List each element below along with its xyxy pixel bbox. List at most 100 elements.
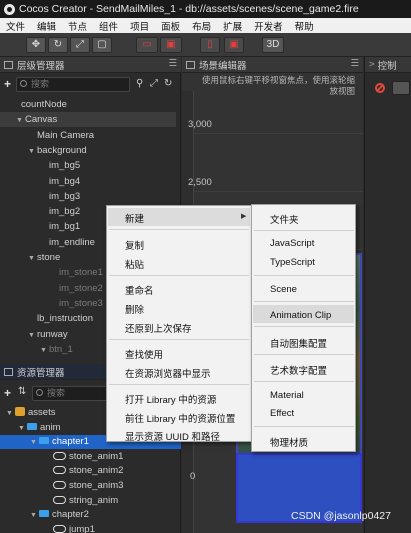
scene-hint: 使用鼠标右键平移视窗焦点，使用滚轮缩 放视图 bbox=[201, 75, 355, 96]
panel-menu-icon[interactable]: ☰ bbox=[168, 58, 177, 69]
hierarchy-node-label: btn_1 bbox=[49, 343, 73, 355]
add-asset-icon[interactable]: + bbox=[4, 386, 11, 400]
console-filter-button[interactable] bbox=[392, 81, 410, 95]
hierarchy-node[interactable]: im_bg5 bbox=[40, 158, 80, 173]
ctx-find-usage[interactable]: 查找使用 bbox=[125, 347, 163, 361]
menu-extension[interactable]: 扩展 bbox=[217, 19, 248, 33]
preview-browser-icon[interactable]: ▣ bbox=[224, 37, 244, 53]
sub-auto-atlas[interactable]: 自动图集配置 bbox=[270, 336, 327, 350]
hierarchy-node[interactable]: im_stone3 bbox=[50, 296, 103, 311]
asset-label: stone_anim3 bbox=[69, 480, 124, 491]
hierarchy-node[interactable]: im_bg2 bbox=[40, 204, 80, 219]
expand-arrow-icon[interactable]: ▼ bbox=[30, 436, 39, 450]
menu-file[interactable]: 文件 bbox=[0, 19, 31, 33]
expand-arrow-icon[interactable]: ▼ bbox=[28, 328, 37, 343]
hierarchy-node[interactable]: lb_instruction bbox=[28, 311, 93, 326]
asset-item[interactable]: stone_anim1 bbox=[44, 450, 123, 464]
asset-item[interactable]: ▼ anim bbox=[18, 421, 61, 435]
asset-item[interactable]: ▼ assets bbox=[6, 406, 55, 420]
ctx-paste[interactable]: 粘贴 bbox=[125, 257, 144, 271]
animation-clip-icon bbox=[53, 466, 66, 475]
hierarchy-node[interactable]: ▼ btn_1 bbox=[40, 342, 73, 357]
rect-tool-icon[interactable]: ▢ bbox=[92, 37, 112, 53]
hierarchy-node-label: countNode bbox=[21, 99, 67, 110]
refresh-icon[interactable]: ↻ bbox=[164, 78, 172, 89]
sub-typescript[interactable]: TypeScript bbox=[270, 257, 315, 268]
sub-animation-clip[interactable]: Animation Clip bbox=[270, 310, 331, 321]
menu-developer[interactable]: 开发者 bbox=[248, 19, 289, 33]
ctx-new[interactable]: 新建 bbox=[125, 211, 144, 225]
preview-device-icon[interactable]: ▯ bbox=[200, 37, 220, 53]
asset-item[interactable]: stone_anim2 bbox=[44, 464, 123, 478]
ctx-copy[interactable]: 复制 bbox=[125, 238, 144, 252]
animation-clip-icon bbox=[53, 495, 66, 504]
asset-item[interactable]: ▼ chapter2 bbox=[30, 508, 89, 522]
ctx-open-library[interactable]: 打开 Library 中的资源 bbox=[125, 392, 216, 406]
sub-label-atlas[interactable]: 艺术数字配置 bbox=[270, 363, 327, 377]
hierarchy-node[interactable]: im_stone1 bbox=[50, 265, 103, 280]
menu-node[interactable]: 节点 bbox=[62, 19, 93, 33]
toggle-3d-button[interactable]: 3D bbox=[262, 37, 284, 53]
hierarchy-search-input[interactable]: 搜索 bbox=[16, 77, 130, 92]
menu-help[interactable]: 帮助 bbox=[289, 19, 320, 33]
animation-clip-icon bbox=[53, 481, 66, 489]
sub-material[interactable]: Material bbox=[270, 390, 304, 401]
hierarchy-node[interactable]: countNode bbox=[12, 97, 67, 112]
sub-scene[interactable]: Scene bbox=[270, 284, 297, 295]
ctx-rename[interactable]: 重命名 bbox=[125, 283, 154, 297]
ctx-revert[interactable]: 还原到上次保存 bbox=[125, 321, 192, 335]
expand-arrow-icon[interactable]: ▼ bbox=[30, 509, 39, 523]
hierarchy-node[interactable]: ▼ stone bbox=[28, 250, 60, 265]
hierarchy-node-label: lb_instruction bbox=[37, 313, 93, 325]
asset-item[interactable]: string_anim bbox=[44, 494, 118, 508]
menu-panel[interactable]: 面板 bbox=[155, 19, 186, 33]
search-icon[interactable]: ⚲ bbox=[136, 78, 143, 89]
expand-arrow-icon[interactable]: ▼ bbox=[28, 144, 37, 159]
global-toggle-icon[interactable]: ▣ bbox=[160, 37, 182, 53]
pivot-toggle-icon[interactable]: ▭ bbox=[136, 37, 158, 53]
hierarchy-node[interactable]: Main Camera bbox=[28, 128, 94, 143]
ctx-goto-library[interactable]: 前往 Library 中的资源位置 bbox=[125, 411, 235, 425]
sub-folder[interactable]: 文件夹 bbox=[270, 212, 299, 226]
hierarchy-node[interactable]: im_endline bbox=[40, 235, 95, 250]
menu-component[interactable]: 组件 bbox=[93, 19, 124, 33]
menu-project[interactable]: 项目 bbox=[124, 19, 155, 33]
scale-tool-icon[interactable]: ⤢ bbox=[70, 37, 90, 53]
new-submenu: 文件夹 JavaScript TypeScript Scene Animatio… bbox=[251, 204, 356, 452]
hierarchy-node-label: im_stone3 bbox=[59, 297, 103, 309]
hierarchy-node[interactable]: im_stone2 bbox=[50, 281, 103, 296]
ctx-show-in-explorer[interactable]: 在资源浏览器中显示 bbox=[125, 366, 211, 380]
asset-item[interactable]: stone_anim3 bbox=[44, 479, 123, 493]
expand-icon[interactable]: ⤢ bbox=[150, 78, 158, 89]
search-icon bbox=[20, 80, 27, 87]
expand-arrow-icon[interactable]: ▼ bbox=[16, 113, 25, 128]
expand-arrow-icon[interactable]: ▼ bbox=[6, 407, 15, 421]
sub-javascript[interactable]: JavaScript bbox=[270, 238, 314, 249]
hierarchy-node[interactable]: im_bg3 bbox=[40, 189, 80, 204]
move-tool-icon[interactable]: ✥ bbox=[26, 37, 46, 53]
asset-item[interactable]: jump1 bbox=[44, 523, 95, 533]
menu-divider bbox=[254, 326, 354, 327]
expand-arrow-icon[interactable]: ▼ bbox=[28, 251, 37, 266]
add-node-icon[interactable]: + bbox=[4, 77, 11, 91]
ctx-delete[interactable]: 删除 bbox=[125, 302, 144, 316]
sub-physics-material[interactable]: 物理材质 bbox=[270, 435, 308, 449]
hierarchy-node[interactable]: im_bg1 bbox=[40, 219, 80, 234]
hierarchy-node[interactable]: ▼ runway bbox=[28, 327, 68, 342]
expand-arrow-icon[interactable]: ▼ bbox=[40, 343, 49, 358]
rotate-tool-icon[interactable]: ↻ bbox=[48, 37, 68, 53]
ctx-show-uuid[interactable]: 显示资源 UUID 和路径 bbox=[125, 429, 220, 443]
sub-effect[interactable]: Effect bbox=[270, 408, 294, 419]
hierarchy-node[interactable]: ▼ background bbox=[28, 143, 87, 158]
sort-icon[interactable]: ⇅ bbox=[18, 386, 26, 397]
menu-edit[interactable]: 编辑 bbox=[31, 19, 62, 33]
hierarchy-node[interactable]: im_bg4 bbox=[40, 174, 80, 189]
clear-console-icon[interactable] bbox=[375, 83, 385, 93]
hierarchy-node-label: runway bbox=[37, 328, 68, 340]
menu-layout[interactable]: 布局 bbox=[186, 19, 217, 33]
animation-clip-icon bbox=[53, 524, 66, 533]
expand-arrow-icon[interactable]: ▼ bbox=[18, 422, 27, 436]
y-label: 3,000 bbox=[188, 119, 212, 130]
panel-menu-icon[interactable]: ☰ bbox=[350, 58, 359, 69]
hierarchy-node[interactable]: ▼ Canvas bbox=[0, 112, 176, 128]
